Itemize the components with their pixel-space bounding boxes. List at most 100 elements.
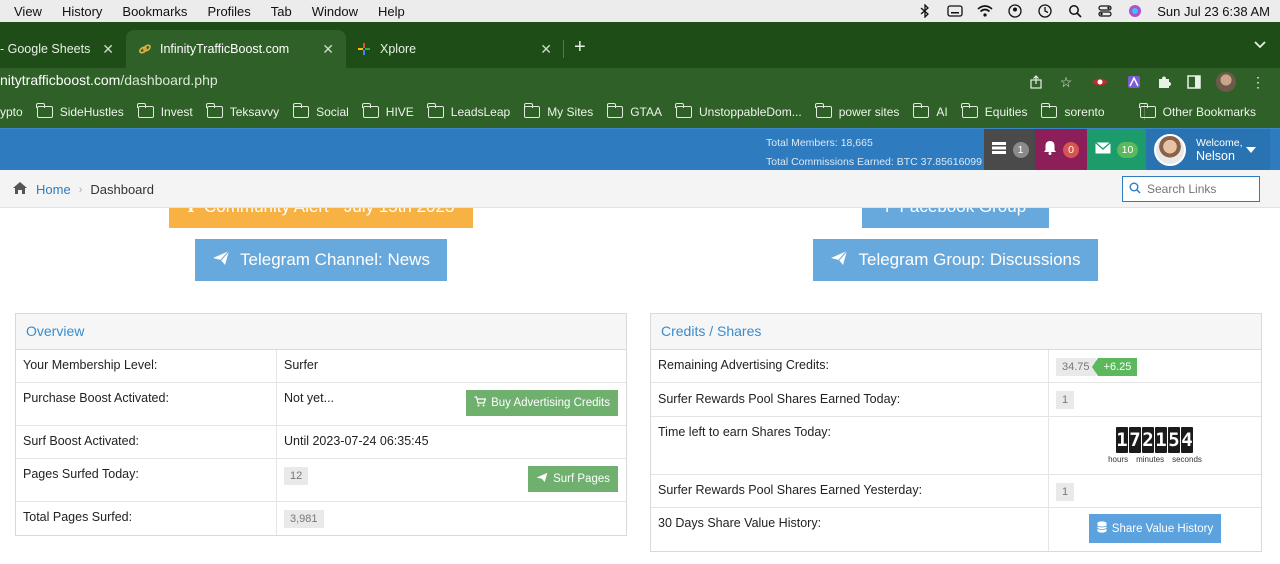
keyboard-icon[interactable]: [947, 4, 963, 18]
close-icon[interactable]: ✕: [102, 41, 114, 58]
bookmark-hive[interactable]: HIVE: [362, 103, 414, 119]
search-links-box[interactable]: [1122, 176, 1260, 202]
bookmark-sorento[interactable]: sorento: [1040, 103, 1105, 119]
browser-menu-kebab-icon[interactable]: ⋮: [1250, 74, 1266, 90]
bookmark-crypto[interactable]: ypto: [0, 105, 23, 119]
facebook-icon: f: [885, 208, 890, 217]
paper-plane-icon: [830, 250, 848, 271]
bookmark-label: Teksavvy: [229, 105, 280, 119]
folder-icon: [427, 103, 444, 118]
menubar-clock[interactable]: Sun Jul 23 6:38 AM: [1157, 4, 1270, 19]
menu-history[interactable]: History: [62, 4, 102, 19]
messages-button[interactable]: 10: [1087, 129, 1146, 171]
bookmark-my-sites[interactable]: My Sites: [523, 103, 594, 119]
new-tab-plus-icon[interactable]: +: [574, 36, 586, 59]
user-icon[interactable]: [1007, 4, 1023, 18]
timer-digit-s2: 4: [1181, 427, 1193, 453]
spotlight-search-icon[interactable]: [1067, 4, 1083, 18]
wifi-icon[interactable]: [977, 4, 993, 18]
home-icon[interactable]: [12, 181, 28, 198]
bookmark-social[interactable]: Social: [292, 103, 349, 119]
tab-search-chevron-icon[interactable]: [1254, 38, 1266, 52]
timer-digit-s1: 5: [1168, 427, 1180, 453]
table-row: Surf Boost Activated: Until 2023-07-24 0…: [16, 426, 626, 459]
shares-yesterday-label: Surfer Rewards Pool Shares Earned Yester…: [651, 475, 1049, 507]
menu-profiles[interactable]: Profiles: [207, 4, 250, 19]
chain-link-favicon-icon: [138, 42, 152, 56]
envelope-icon: [1094, 141, 1111, 159]
close-icon[interactable]: ✕: [540, 41, 552, 58]
extension-brand-icon[interactable]: [1088, 74, 1112, 90]
bookmark-label: sorento: [1064, 105, 1105, 119]
bookmark-teksavvy[interactable]: Teksavvy: [206, 103, 280, 119]
share-icon[interactable]: [1028, 74, 1044, 90]
membership-label: Your Membership Level:: [16, 350, 277, 382]
bookmark-power-sites[interactable]: power sites: [815, 103, 900, 119]
menu-view[interactable]: View: [14, 4, 42, 19]
telegram-group-label: Telegram Group: Discussions: [858, 250, 1081, 269]
bookmark-label: LeadsLeap: [450, 105, 511, 119]
bookmark-invest[interactable]: Invest: [137, 103, 193, 119]
notifications-button[interactable]: 0: [1035, 129, 1087, 171]
menu-window[interactable]: Window: [312, 4, 358, 19]
table-row: Total Pages Surfed: 3,981: [16, 502, 626, 535]
bookmark-sidehustles[interactable]: SideHustles: [36, 103, 124, 119]
menu-help[interactable]: Help: [378, 4, 405, 19]
bookmark-gtaa[interactable]: GTAA: [606, 103, 662, 119]
facebook-group-button[interactable]: f Facebook Group: [862, 208, 1049, 228]
dashboard-content: ℹ Community Alert - July 15th 2023 f Fac…: [0, 208, 1280, 564]
table-row: Your Membership Level: Surfer: [16, 350, 626, 383]
menu-tab[interactable]: Tab: [271, 4, 292, 19]
telegram-group-button[interactable]: Telegram Group: Discussions: [813, 239, 1098, 281]
bookmark-star-icon[interactable]: ☆: [1058, 74, 1074, 90]
time-machine-icon[interactable]: [1037, 4, 1053, 18]
buy-advertising-credits-button[interactable]: Buy Advertising Credits: [466, 390, 618, 416]
sidebar-toggle-icon[interactable]: [1186, 74, 1202, 90]
extensions-puzzle-icon[interactable]: [1156, 74, 1172, 90]
bluetooth-icon[interactable]: [917, 4, 933, 18]
url-field[interactable]: nitytrafficboost.com/dashboard.php: [0, 72, 218, 88]
profile-avatar[interactable]: [1216, 72, 1236, 92]
extension-colorful-icon[interactable]: [1126, 74, 1142, 90]
telegram-channel-button[interactable]: Telegram Channel: News: [195, 239, 447, 281]
table-row: Purchase Boost Activated: Not yet... Buy…: [16, 383, 626, 426]
bookmark-label: AI: [936, 105, 948, 119]
database-icon: [1097, 521, 1107, 536]
siri-icon[interactable]: [1127, 4, 1143, 18]
bookmark-equities[interactable]: Equities: [961, 103, 1027, 119]
bookmark-unstoppable-domains[interactable]: UnstoppableDom...: [675, 103, 802, 119]
tab-xplore[interactable]: Xplore ✕: [346, 30, 564, 68]
bookmark-label: My Sites: [547, 105, 594, 119]
bookmark-leadsleap[interactable]: LeadsLeap: [427, 103, 511, 119]
search-links-input[interactable]: [1147, 182, 1255, 196]
url-host: nitytrafficboost.com: [0, 72, 121, 88]
bookmarks-bar: ypto SideHustles Invest Teksavvy Social …: [0, 96, 1280, 128]
table-row: Pages Surfed Today: 12 Surf Pages: [16, 459, 626, 502]
bookmark-label: power sites: [838, 105, 900, 119]
user-menu[interactable]: Welcome, Nelson: [1146, 129, 1270, 171]
control-center-icon[interactable]: [1097, 4, 1113, 18]
folder-icon: [362, 103, 379, 118]
bookmark-other-bookmarks[interactable]: Other Bookmarks: [1139, 96, 1256, 128]
tab-google-sheets[interactable]: - Google Sheets ✕: [0, 30, 126, 68]
folder-icon: [961, 103, 978, 118]
community-alert-button[interactable]: ℹ Community Alert - July 15th 2023: [169, 208, 473, 228]
caret-down-icon: [1246, 147, 1256, 153]
bookmark-label: ypto: [0, 105, 23, 119]
surf-pages-button[interactable]: Surf Pages: [528, 466, 618, 492]
table-row: Remaining Advertising Credits: 34.75 +6.2…: [651, 350, 1261, 383]
timer-digit-m1: 2: [1142, 427, 1154, 453]
site-header: Total Members: 18,665 Total Commissions …: [0, 128, 1280, 171]
menu-bookmarks[interactable]: Bookmarks: [122, 4, 187, 19]
bookmark-label: UnstoppableDom...: [698, 105, 802, 119]
tasks-button[interactable]: 1: [984, 129, 1035, 171]
bookmark-label: SideHustles: [59, 105, 124, 119]
share-value-history-label: Share Value History: [1111, 522, 1214, 535]
shares-today-label: Surfer Rewards Pool Shares Earned Today:: [651, 383, 1049, 416]
share-value-history-button[interactable]: Share Value History: [1088, 514, 1222, 543]
breadcrumb-home-link[interactable]: Home: [36, 182, 71, 197]
tab-infinitytrafficboost[interactable]: InfinityTrafficBoost.com ✕: [126, 30, 346, 68]
bookmark-ai[interactable]: AI: [912, 103, 948, 119]
close-icon[interactable]: ✕: [322, 41, 334, 58]
total-pages-label: Total Pages Surfed:: [16, 502, 277, 535]
